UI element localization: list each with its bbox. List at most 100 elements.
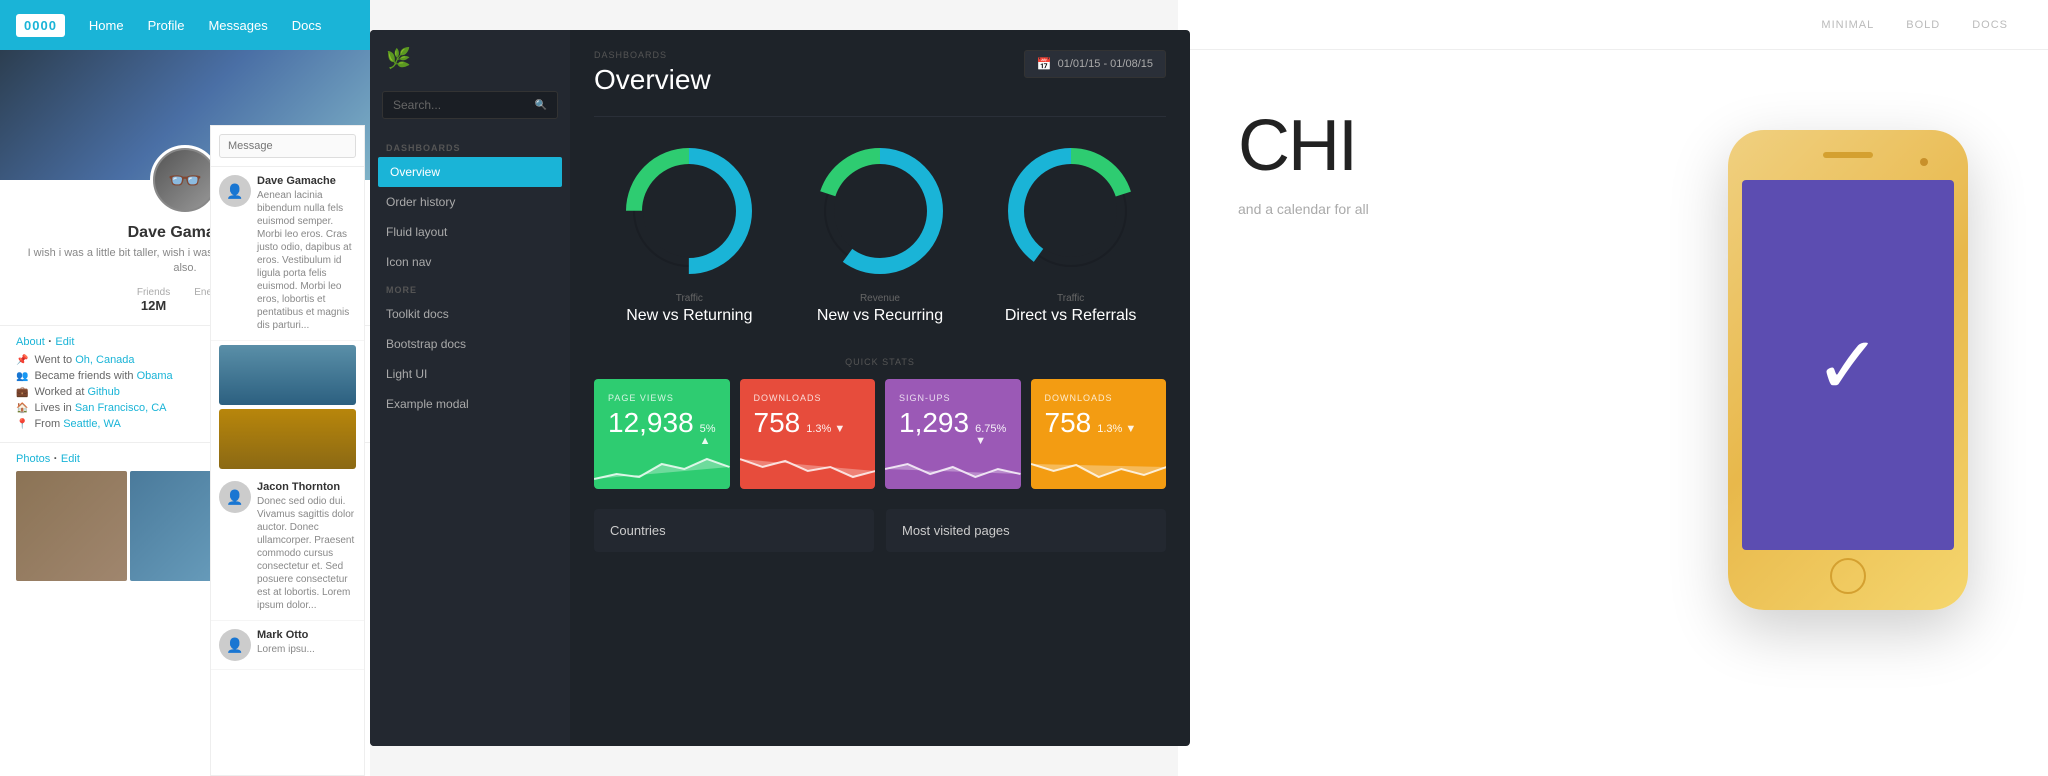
leaf-icon: 🌿 bbox=[386, 46, 411, 71]
chart-3-title: Direct vs Referrals bbox=[1005, 307, 1137, 325]
header-divider bbox=[594, 116, 1166, 117]
nav-profile[interactable]: Profile bbox=[148, 18, 185, 33]
chart-traffic-new-returning: Traffic New vs Returning bbox=[619, 141, 759, 325]
nav-messages[interactable]: Messages bbox=[208, 18, 267, 33]
chart-2-labels: Revenue New vs Recurring bbox=[817, 293, 943, 325]
search-placeholder: Search... bbox=[393, 98, 441, 112]
message-text-1: Aenean lacinia bibendum nulla fels euism… bbox=[257, 189, 356, 332]
pageviews-label: PAGE VIEWS bbox=[608, 393, 716, 403]
phone-home-button bbox=[1830, 558, 1866, 594]
downloads2-label: DOWNLOADS bbox=[1045, 393, 1153, 403]
nav-home[interactable]: Home bbox=[89, 18, 124, 33]
message-sender-3: Mark Otto bbox=[257, 629, 315, 641]
downloads-value: 758 bbox=[754, 409, 801, 437]
right-panel: MINIMAL BOLD DOCS CHI and a calendar for… bbox=[1178, 0, 2048, 776]
pageviews-sparkline bbox=[594, 449, 730, 489]
dashboards-section-label: DASHBOARDS bbox=[370, 135, 570, 157]
photos-edit-link[interactable]: Edit bbox=[61, 453, 80, 465]
nav-light-ui[interactable]: Light UI bbox=[370, 359, 570, 389]
signups-sparkline bbox=[885, 449, 1021, 489]
downloads2-value: 758 bbox=[1045, 409, 1092, 437]
signups-label: SIGN-UPS bbox=[899, 393, 1007, 403]
nav-fluid-layout[interactable]: Fluid layout bbox=[370, 217, 570, 247]
chart-2-type: Revenue bbox=[817, 293, 943, 304]
bottom-row: Countries Most visited pages bbox=[594, 509, 1166, 552]
stat-card-pageviews: PAGE VIEWS 12,938 5% ▲ bbox=[594, 379, 730, 489]
nav-overview[interactable]: Overview bbox=[378, 157, 562, 187]
avatar-image: 👓 bbox=[155, 150, 215, 210]
right-text-block: CHI and a calendar for all bbox=[1238, 110, 1608, 220]
breadcrumb: DASHBOARDS bbox=[594, 50, 711, 60]
message-content-1: Dave Gamache Aenean lacinia bibendum nul… bbox=[257, 175, 356, 332]
pageviews-value: 12,938 bbox=[608, 409, 694, 437]
quick-stats-label: QUICK STATS bbox=[594, 357, 1166, 367]
messages-panel: 👤 Dave Gamache Aenean lacinia bibendum n… bbox=[210, 125, 365, 776]
phone-showcase: ✓ bbox=[1668, 110, 1988, 750]
nav-toolkit-docs[interactable]: Toolkit docs bbox=[370, 299, 570, 329]
message-input-wrap bbox=[211, 126, 364, 167]
message-item-3[interactable]: 👤 Mark Otto Lorem ipsu... bbox=[211, 621, 364, 670]
dashboard-header: DASHBOARDS Overview 📅 01/01/15 - 01/08/1… bbox=[594, 50, 1166, 96]
friends-value: 12M bbox=[137, 298, 170, 313]
dashboard-sidebar: 🌿 Search... 🔍 DASHBOARDS Overview Order … bbox=[370, 30, 570, 746]
friends-stat: Friends 12M bbox=[137, 287, 170, 313]
nav-bootstrap-docs[interactable]: Bootstrap docs bbox=[370, 329, 570, 359]
donut-chart-3 bbox=[1001, 141, 1141, 281]
dashboard-content: DASHBOARDS Overview 📅 01/01/15 - 01/08/1… bbox=[570, 30, 1190, 746]
message-text-3: Lorem ipsu... bbox=[257, 643, 315, 656]
nav-example-modal[interactable]: Example modal bbox=[370, 389, 570, 419]
dash-logo: 🌿 bbox=[370, 46, 570, 91]
message-item-1[interactable]: 👤 Dave Gamache Aenean lacinia bibendum n… bbox=[211, 167, 364, 341]
downloads-label: DOWNLOADS bbox=[754, 393, 862, 403]
donut-chart-1 bbox=[619, 141, 759, 281]
phone-speaker bbox=[1823, 152, 1873, 158]
message-content-3: Mark Otto Lorem ipsu... bbox=[257, 629, 315, 661]
message-input[interactable] bbox=[219, 134, 356, 158]
friends-label: Friends bbox=[137, 287, 170, 298]
friends-icon: 👥 bbox=[16, 371, 28, 382]
phone-screen: ✓ bbox=[1742, 180, 1954, 550]
right-nav-minimal[interactable]: MINIMAL bbox=[1821, 19, 1874, 31]
left-nav: 0000 Home Profile Messages Docs bbox=[0, 0, 370, 50]
most-visited-title: Most visited pages bbox=[902, 523, 1150, 538]
chart-traffic-direct-referrals: Traffic Direct vs Referrals bbox=[1001, 141, 1141, 325]
page-title: Overview bbox=[594, 64, 711, 96]
message-avatar-2: 👤 bbox=[219, 481, 251, 513]
stat-card-downloads-2: DOWNLOADS 758 1.3% ▼ bbox=[1031, 379, 1167, 489]
downloads-sparkline bbox=[740, 449, 876, 489]
message-avatar-3: 👤 bbox=[219, 629, 251, 661]
message-avatar-1: 👤 bbox=[219, 175, 251, 207]
message-item-2[interactable]: 👤 Jacon Thornton Donec sed odio dui. Viv… bbox=[211, 473, 364, 621]
location-icon: 📌 bbox=[16, 355, 28, 366]
right-nav-docs[interactable]: DOCS bbox=[1972, 19, 2008, 31]
nav-order-history[interactable]: Order history bbox=[370, 187, 570, 217]
phone-camera bbox=[1920, 158, 1928, 166]
downloads2-sparkline bbox=[1031, 449, 1167, 489]
date-range-picker[interactable]: 📅 01/01/15 - 01/08/15 bbox=[1024, 50, 1166, 78]
about-edit-link[interactable]: Edit bbox=[55, 336, 74, 348]
stat-card-signups: SIGN-UPS 1,293 6.75% ▼ bbox=[885, 379, 1021, 489]
dash-search-wrap: Search... 🔍 bbox=[370, 91, 570, 135]
calendar-icon: 📅 bbox=[1037, 57, 1052, 71]
search-icon: 🔍 bbox=[535, 100, 547, 111]
message-photo-1 bbox=[219, 345, 356, 405]
message-sender-2: Jacon Thornton bbox=[257, 481, 356, 493]
right-nav: MINIMAL BOLD DOCS bbox=[1178, 0, 2048, 50]
nav-icon-nav[interactable]: Icon nav bbox=[370, 247, 570, 277]
work-icon: 💼 bbox=[16, 387, 28, 398]
chart-revenue-new-recurring: Revenue New vs Recurring bbox=[810, 141, 950, 325]
charts-row: Traffic New vs Returning Revenue New v bbox=[594, 141, 1166, 325]
most-visited-card: Most visited pages bbox=[886, 509, 1166, 552]
right-nav-bold[interactable]: BOLD bbox=[1906, 19, 1940, 31]
photo-1[interactable] bbox=[16, 471, 127, 582]
stats-row: PAGE VIEWS 12,938 5% ▲ DOWNLOADS 758 1.3… bbox=[594, 379, 1166, 489]
nav-docs[interactable]: Docs bbox=[292, 18, 322, 33]
downloads2-change: 1.3% ▼ bbox=[1097, 423, 1136, 435]
downloads-main: 758 1.3% ▼ bbox=[754, 409, 862, 437]
downloads2-main: 758 1.3% ▼ bbox=[1045, 409, 1153, 437]
more-section-label: MORE bbox=[370, 277, 570, 299]
pageviews-change: 5% ▲ bbox=[700, 423, 716, 447]
dash-search[interactable]: Search... 🔍 bbox=[382, 91, 558, 119]
chart-1-labels: Traffic New vs Returning bbox=[626, 293, 752, 325]
right-content: CHI and a calendar for all ✓ bbox=[1178, 50, 2048, 750]
